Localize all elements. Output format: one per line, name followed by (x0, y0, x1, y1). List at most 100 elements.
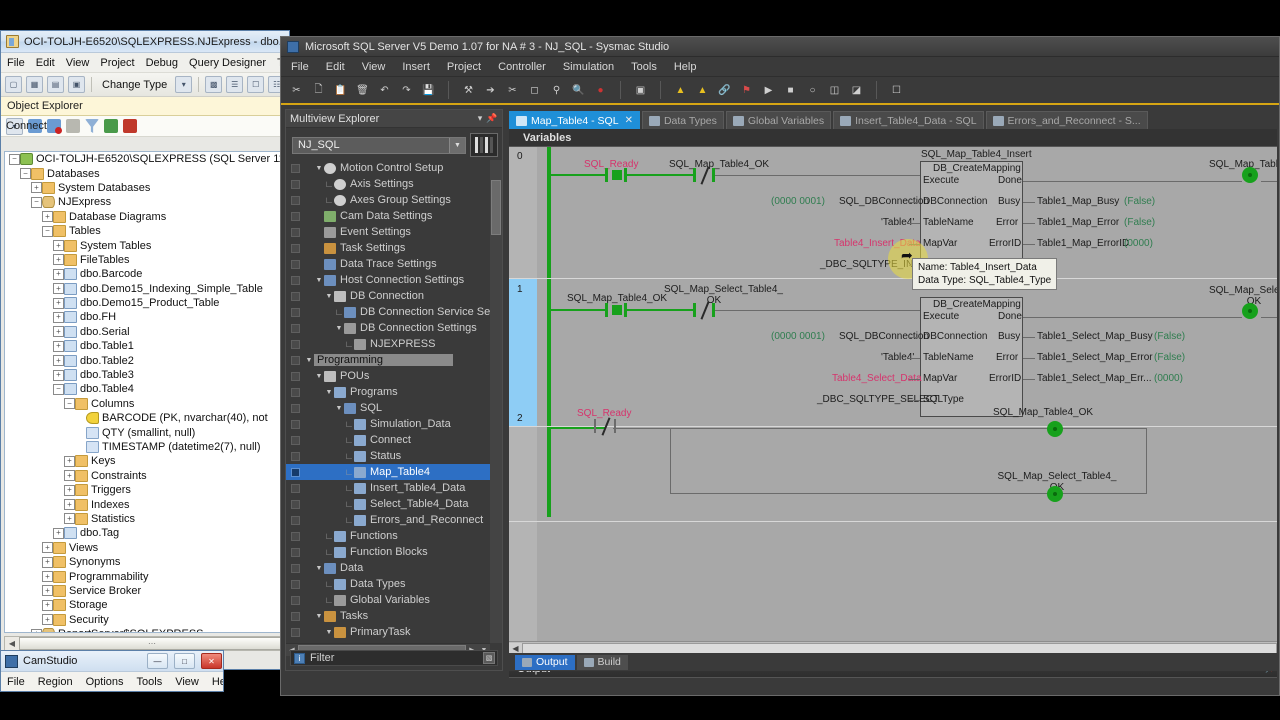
multiview-node[interactable]: ▼ Data (286, 560, 502, 576)
rung1-output-coil[interactable] (1242, 303, 1258, 319)
program-mode-icon[interactable]: ■ (783, 83, 798, 98)
simulation-icon[interactable]: ▣ (633, 83, 648, 98)
node-state-box[interactable] (291, 275, 300, 285)
disconnect-icon[interactable] (47, 119, 62, 134)
camstudio-menu-bar[interactable]: File Region Options Tools View Help (1, 672, 223, 691)
sysmac-menu-bar[interactable]: File Edit View Insert Project Controller… (281, 57, 1279, 77)
object-explorer-node[interactable]: + FileTables (5, 253, 285, 267)
rung0-contact-map-table4-ok[interactable] (693, 166, 715, 185)
editor-tab[interactable]: Global Variables (725, 111, 832, 129)
sysmac-menu-project[interactable]: Project (447, 61, 481, 73)
output-tab-output[interactable]: Output (515, 654, 575, 670)
ssms-menu-file[interactable]: File (7, 57, 25, 69)
expand-icon[interactable]: + (42, 571, 53, 583)
multiview-node[interactable]: ▼ DB Connection (286, 288, 502, 304)
object-explorer-node[interactable]: − Tables (5, 224, 285, 238)
delete-icon[interactable]: 🗑 (355, 83, 370, 98)
transfer-to-controller-icon[interactable]: ⚑ (739, 83, 754, 98)
search-replace-icon[interactable]: ⚲ (549, 83, 564, 98)
node-state-box[interactable] (291, 515, 300, 525)
ladder-diagram-canvas[interactable]: 0 SQL_Ready SQL_Map_Table4_OK SQL_Map_Ta… (509, 147, 1277, 641)
multiview-vertical-scrollbar[interactable] (490, 160, 502, 643)
multiview-node[interactable]: ∟ Simulation_Data (286, 416, 502, 432)
multiview-node[interactable]: ∟ Status (286, 448, 502, 464)
object-explorer-node[interactable]: + Security (5, 613, 285, 627)
sysmac-menu-controller[interactable]: Controller (498, 61, 546, 73)
node-state-box[interactable] (291, 323, 300, 333)
object-explorer-node[interactable]: + Constraints (5, 469, 285, 483)
collapse-icon[interactable]: − (64, 398, 75, 410)
editor-tab[interactable]: Insert_Table4_Data - SQL (833, 111, 984, 129)
node-state-box[interactable] (291, 403, 300, 413)
editor-tab-bar[interactable]: Map_Table4 - SQL ✕ Data Types Global Variab… (509, 109, 1277, 129)
refresh-icon[interactable] (104, 119, 118, 133)
multiview-node[interactable]: Event Settings (286, 224, 502, 240)
constraints-icon[interactable]: ☐ (247, 76, 265, 93)
object-explorer-node[interactable]: + Triggers (5, 483, 285, 497)
object-explorer-node[interactable]: + ReportServer$SQLEXPRESS (5, 627, 285, 632)
object-explorer-node[interactable]: + System Databases (5, 181, 285, 195)
ssms-menu-bar[interactable]: File Edit View Project Debug Query Desig… (1, 53, 289, 73)
node-state-box[interactable] (291, 419, 300, 429)
camstudio-menu-tools[interactable]: Tools (137, 676, 163, 688)
minimize-button[interactable]: — (147, 653, 168, 669)
cut-icon[interactable]: ✂ (289, 83, 304, 98)
camstudio-menu-options[interactable]: Options (86, 676, 124, 688)
expand-icon[interactable]: + (31, 628, 42, 632)
expand-icon[interactable]: + (53, 297, 64, 309)
multiview-node[interactable]: ∟ Select_Table4_Data (286, 496, 502, 512)
object-explorer-horizontal-scrollbar[interactable]: ◀ ⋯ (4, 636, 286, 651)
multiview-node[interactable]: ∟ Function Blocks (286, 544, 502, 560)
object-explorer-node[interactable]: QTY (smallint, null) (5, 425, 285, 439)
build-icon[interactable]: ⚒ (461, 83, 476, 98)
filter-bar[interactable]: i Filter ▧ (290, 650, 498, 666)
pin-icon[interactable]: 📌 (486, 113, 498, 124)
ssms-menu-view[interactable]: View (66, 57, 90, 69)
cross-reference-icon[interactable]: ◪ (849, 83, 864, 98)
compile-icon[interactable]: ➔ (483, 83, 498, 98)
panel-menu-icon[interactable]: ▾ (474, 113, 486, 124)
filter-icon[interactable] (85, 119, 99, 133)
expand-icon[interactable]: + (42, 585, 53, 597)
collapse-icon[interactable]: − (31, 196, 42, 208)
node-state-box[interactable] (291, 547, 300, 557)
caret-down-icon[interactable]: ▾ (175, 76, 193, 93)
rung2-output-coil-map-select-table4-ok[interactable] (1047, 486, 1063, 502)
stop-icon[interactable] (66, 119, 80, 133)
multiview-node[interactable]: ▼ POUs (286, 368, 502, 384)
connect-button[interactable]: Connect (6, 120, 47, 132)
expand-icon[interactable]: + (53, 254, 64, 266)
output-tab-build[interactable]: Build (576, 654, 628, 670)
multiview-node[interactable]: ▼ Tasks (286, 608, 502, 624)
object-explorer-node[interactable]: + Indexes (5, 497, 285, 511)
node-state-box[interactable] (291, 579, 300, 589)
expand-icon[interactable]: + (64, 455, 75, 467)
ssms-menu-debug[interactable]: Debug (146, 57, 178, 69)
object-explorer-node[interactable]: + dbo.Barcode (5, 267, 285, 281)
ssms-menu-project[interactable]: Project (100, 57, 134, 69)
multiview-node[interactable]: ∟ Global Variables (286, 592, 502, 608)
find-icon[interactable]: 🔍 (571, 83, 586, 98)
node-state-box[interactable] (291, 307, 300, 317)
expand-icon[interactable]: + (64, 484, 75, 496)
editor-tab[interactable]: Data Types (641, 111, 724, 129)
node-state-box[interactable] (291, 243, 300, 253)
object-explorer-node[interactable]: + dbo.Demo15_Product_Table (5, 296, 285, 310)
object-explorer-node[interactable]: + Storage (5, 598, 285, 612)
expand-icon[interactable]: + (64, 513, 75, 525)
project-combobox[interactable]: NJ_SQL ▼ (292, 136, 466, 154)
node-state-box[interactable] (291, 595, 300, 605)
object-explorer-node[interactable]: + Service Broker (5, 584, 285, 598)
filter-expand-icon[interactable]: ▧ (483, 652, 495, 664)
chevron-down-icon[interactable]: ▼ (324, 293, 334, 300)
collapse-icon[interactable]: − (53, 383, 64, 395)
node-state-box[interactable] (291, 499, 300, 509)
multiview-node[interactable]: ∟ Axis Settings (286, 176, 502, 192)
maximize-button[interactable]: □ (174, 653, 195, 669)
synchronize-icon[interactable]: 🔗 (717, 83, 732, 98)
scroll-left-icon[interactable]: ◀ (5, 637, 19, 650)
object-explorer-node[interactable]: + Views (5, 541, 285, 555)
copy-icon[interactable]: 🗋 (311, 83, 326, 98)
watch-tab-icon[interactable]: ◫ (827, 83, 842, 98)
collapse-icon[interactable]: − (42, 225, 53, 237)
